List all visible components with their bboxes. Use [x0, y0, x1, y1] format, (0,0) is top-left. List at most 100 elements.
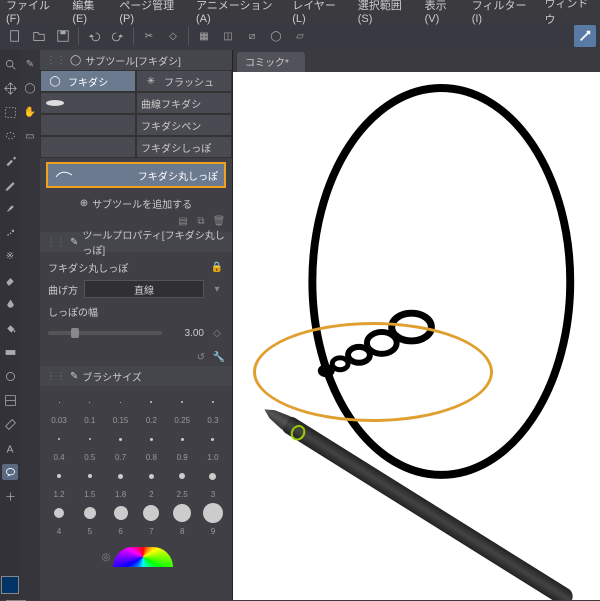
prop-width-slider[interactable] — [48, 331, 162, 335]
subtool-round-tail[interactable]: フキダシ丸しっぽ — [46, 162, 226, 188]
subtool-curve[interactable]: 曲線フキダシ — [136, 92, 232, 114]
correct-icon[interactable] — [2, 488, 18, 504]
subtool-fukidashi[interactable]: ◯フキダシ — [40, 70, 136, 92]
subtool-panel-head[interactable]: ⋮⋮ ◯ サブツール[フキダシ] — [40, 50, 232, 70]
menu-edit[interactable]: 編集(E) — [72, 0, 105, 25]
brush-size-swatch[interactable] — [138, 390, 164, 414]
brush-size-swatch[interactable] — [77, 501, 103, 525]
undo-icon[interactable] — [83, 25, 105, 47]
add-subtool-row[interactable]: ⊕ サブツールを追加する — [40, 192, 232, 214]
sub-pen-icon[interactable]: ✎ — [22, 56, 38, 72]
menu-select[interactable]: 選択範囲(S) — [358, 0, 411, 25]
menu-anim[interactable]: アニメーション(A) — [196, 0, 278, 25]
menu-file[interactable]: ファイル(F) — [6, 0, 58, 25]
subtool-blank1[interactable] — [40, 92, 136, 114]
prop-bend-select[interactable]: 直線 — [84, 280, 204, 298]
sub-shape-icon[interactable]: ◯ — [22, 80, 38, 96]
trash-icon[interactable]: 🗑 — [212, 214, 226, 228]
subtool-pen[interactable]: フキダシペン — [136, 114, 232, 136]
cut-icon[interactable]: ✂ — [138, 25, 160, 47]
frame-icon[interactable] — [2, 392, 18, 408]
tool-column-sub: ✎ ◯ ✋ ▭ — [20, 50, 40, 600]
document-tab[interactable]: コミック* — [237, 52, 305, 72]
brush-size-swatch[interactable] — [138, 464, 164, 488]
color-swatch[interactable] — [1, 576, 19, 594]
chevron-down-icon[interactable]: ▾ — [210, 282, 224, 296]
eraser-icon[interactable] — [2, 272, 18, 288]
save-icon[interactable] — [52, 25, 74, 47]
airbrush-icon[interactable] — [2, 224, 18, 240]
subtool-flash[interactable]: ✳フラッシュ — [136, 70, 232, 92]
sub-hand-icon[interactable]: ✋ — [22, 104, 38, 120]
brush-size-swatch[interactable] — [200, 501, 226, 525]
shape-icon[interactable]: ◯ — [265, 25, 287, 47]
color-wheel-icon[interactable] — [113, 547, 173, 567]
brush-panel-head[interactable]: ⋮⋮ ✎ ブラシサイズ — [40, 366, 232, 386]
sub-select-icon[interactable]: ▭ — [22, 128, 38, 144]
brush-size-swatch[interactable] — [108, 501, 134, 525]
brush-icon[interactable] — [2, 200, 18, 216]
brush-size-swatch[interactable] — [200, 464, 226, 488]
menu-filter[interactable]: フィルター(I) — [472, 0, 531, 25]
marquee-icon[interactable] — [2, 104, 18, 120]
copy-icon[interactable]: ⧉ — [194, 214, 208, 228]
brush-size-swatch[interactable] — [46, 501, 72, 525]
grab-icon: ⋮⋮ — [46, 55, 66, 66]
brush-size-swatch[interactable] — [169, 390, 195, 414]
brush-size-swatch[interactable] — [108, 464, 134, 488]
prop-panel-head[interactable]: ⋮⋮ ✎ ツールプロパティ[フキダシ丸しっぽ] — [40, 232, 232, 252]
brush-size-swatch[interactable] — [108, 390, 134, 414]
stepper-icon[interactable]: ◇ — [210, 326, 224, 340]
brush-size-label: 9 — [200, 527, 226, 536]
reset-icon[interactable]: ↺ — [194, 350, 208, 364]
brush-size-swatch[interactable] — [138, 427, 164, 451]
deco-icon[interactable]: ※ — [2, 248, 18, 264]
subtool-blank3[interactable] — [40, 136, 136, 158]
menu-icon[interactable]: ▤ — [176, 214, 190, 228]
pen-icon[interactable] — [2, 176, 18, 192]
assist-icon[interactable] — [574, 25, 596, 47]
redo-icon[interactable] — [107, 25, 129, 47]
subtool-blank2[interactable] — [40, 114, 136, 136]
perspective-icon[interactable]: ▱ — [289, 25, 311, 47]
brush-size-swatch[interactable] — [108, 427, 134, 451]
brush-size-swatch[interactable] — [138, 501, 164, 525]
lock-icon[interactable]: 🔒 — [210, 260, 224, 274]
menu-view[interactable]: 表示(V) — [425, 0, 458, 25]
eyedropper-icon[interactable] — [2, 152, 18, 168]
canvas[interactable] — [233, 72, 600, 600]
clear-icon[interactable]: ◇ — [162, 25, 184, 47]
blend-icon[interactable] — [2, 296, 18, 312]
wrench-icon[interactable]: 🔧 — [212, 350, 226, 364]
new-icon[interactable] — [4, 25, 26, 47]
brush-size-swatch[interactable] — [169, 464, 195, 488]
brush-size-swatch[interactable] — [46, 464, 72, 488]
brush-size-swatch[interactable] — [77, 390, 103, 414]
brush-size-swatch[interactable] — [46, 427, 72, 451]
menu-layer[interactable]: レイヤー(L) — [292, 0, 344, 25]
shape-circle-icon[interactable] — [2, 368, 18, 384]
brush-size-swatch[interactable] — [169, 427, 195, 451]
brush-size-swatch[interactable] — [169, 501, 195, 525]
brush-size-swatch[interactable] — [77, 427, 103, 451]
menu-page[interactable]: ページ管理(P) — [119, 0, 182, 25]
open-icon[interactable] — [28, 25, 50, 47]
menu-window[interactable]: ウィンドウ — [544, 0, 594, 27]
brush-size-swatch[interactable] — [77, 464, 103, 488]
balloon-tool-icon[interactable] — [2, 464, 18, 480]
brush-size-swatch[interactable] — [46, 390, 72, 414]
subtool-tail[interactable]: フキダシしっぽ — [136, 136, 232, 158]
lasso-icon[interactable] — [2, 128, 18, 144]
brush-size-swatch[interactable] — [200, 390, 226, 414]
magnify-icon[interactable] — [2, 56, 18, 72]
transform-icon[interactable]: ◫ — [217, 25, 239, 47]
text-icon[interactable]: A — [2, 440, 18, 456]
brush-size-swatch[interactable] — [200, 427, 226, 451]
color-wheel-panel[interactable]: ◎ — [40, 542, 232, 572]
fill-icon[interactable] — [2, 320, 18, 336]
move-icon[interactable] — [2, 80, 18, 96]
grid-icon[interactable]: ▦ — [193, 25, 215, 47]
ruler-tool-icon[interactable] — [2, 416, 18, 432]
ruler-icon[interactable]: ⧄ — [241, 25, 263, 47]
gradient-icon[interactable] — [2, 344, 18, 360]
